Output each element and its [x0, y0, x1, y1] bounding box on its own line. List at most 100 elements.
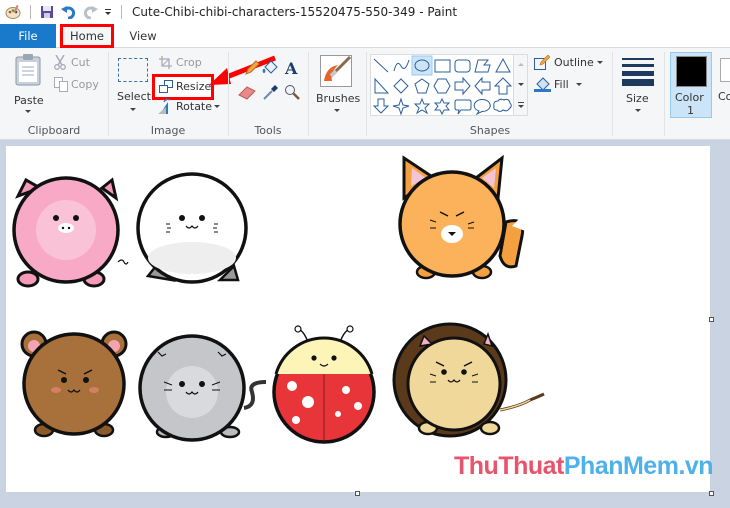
magnifier-icon[interactable]	[284, 84, 300, 101]
shapes-gallery	[370, 54, 514, 116]
color2-button[interactable]: Co	[716, 52, 730, 114]
resize-handle-corner[interactable]	[709, 491, 714, 496]
select-rect-icon	[118, 58, 148, 82]
cut-label: Cut	[71, 56, 90, 69]
fill-label: Fill	[554, 78, 569, 91]
expand-gallery-caret	[518, 105, 524, 108]
paste-label: Paste	[14, 94, 44, 107]
shape-oval-callout-icon	[473, 99, 491, 116]
resize-handle-bottom[interactable]	[355, 491, 360, 496]
shape-right-arrow-icon	[454, 76, 471, 96]
scroll-up-icon[interactable]	[518, 63, 524, 66]
tab-file[interactable]: File	[0, 24, 56, 48]
copy-label: Copy	[71, 78, 99, 91]
fill-bucket-icon[interactable]	[262, 60, 278, 76]
save-icon[interactable]	[37, 5, 57, 19]
shape-triangle-icon	[495, 57, 511, 73]
shape-hexagon-icon	[433, 78, 451, 94]
divider	[121, 5, 122, 19]
shape-right-triangle-icon	[374, 77, 390, 94]
tab-view[interactable]: View	[120, 24, 166, 48]
shape-pentagon-icon	[414, 78, 430, 94]
tab-home[interactable]: Home	[60, 24, 114, 48]
redo-icon[interactable]	[79, 5, 101, 19]
copy-button[interactable]: Copy	[52, 76, 102, 94]
ladybug-character	[272, 325, 376, 444]
divider	[30, 5, 31, 19]
ribbon-home: Paste Cut Copy Clipboard Select Crop Res…	[0, 48, 730, 140]
fox-character	[398, 154, 528, 280]
select-label: Select	[117, 90, 151, 103]
undo-icon[interactable]	[57, 5, 79, 19]
divider	[108, 52, 109, 136]
shapes-grid	[372, 55, 513, 116]
divider	[228, 52, 229, 136]
shape-rectangle-icon	[434, 59, 451, 73]
color1-label: Color	[675, 91, 704, 104]
chevron-down-icon	[25, 110, 31, 113]
scissors-icon	[54, 55, 66, 70]
paste-button[interactable]: Paste	[6, 52, 50, 114]
resize-handle-right[interactable]	[709, 317, 714, 322]
pencil-icon[interactable]	[244, 60, 260, 76]
fill-button[interactable]: Fill	[534, 76, 584, 94]
chevron-down-icon	[334, 109, 340, 112]
svg-text:A: A	[284, 60, 298, 76]
select-button[interactable]: Select	[114, 52, 152, 114]
eraser-icon[interactable]	[238, 86, 256, 100]
fill-icon	[534, 77, 551, 92]
divider	[308, 52, 309, 136]
chevron-down-icon	[576, 83, 582, 86]
rotate-button[interactable]: Rotate	[156, 98, 222, 116]
shape-rounded-rectangle-icon	[454, 59, 471, 73]
color1-swatch	[676, 56, 707, 87]
scroll-down-icon[interactable]	[518, 83, 524, 86]
outline-pencil-icon	[534, 55, 550, 70]
canvas-area: ThuThuatPhanMem.vn	[0, 140, 730, 508]
divider	[366, 52, 367, 136]
shapes-scrollbar[interactable]	[514, 54, 528, 116]
chevron-down-icon	[130, 108, 136, 111]
chevron-down-icon	[597, 61, 603, 64]
paint-palette-icon[interactable]	[2, 4, 24, 20]
crop-icon	[159, 56, 172, 69]
cut-button[interactable]: Cut	[52, 54, 102, 72]
color1-button[interactable]: Color 1	[670, 52, 712, 118]
white-cat-character	[136, 172, 248, 284]
customize-dropdown-icon[interactable]	[101, 8, 115, 16]
shape-curve-icon	[393, 59, 410, 72]
chevron-down-icon	[214, 105, 220, 108]
watermark: ThuThuatPhanMem.vn	[454, 452, 714, 481]
resize-icon	[159, 80, 173, 93]
rotate-icon	[158, 99, 171, 114]
paste-icon	[15, 54, 41, 86]
expand-gallery-icon[interactable]	[518, 102, 524, 103]
color2-swatch	[720, 58, 730, 82]
outline-button[interactable]: Outline	[534, 54, 608, 72]
shape-six-point-star-icon	[433, 97, 451, 116]
pig-character	[12, 176, 129, 288]
window-title: Cute-Chibi-chibi-characters-15520475-550…	[132, 5, 458, 19]
shape-left-arrow-icon	[474, 76, 491, 96]
color-picker-icon[interactable]	[262, 84, 278, 101]
crop-button[interactable]: Crop	[156, 54, 206, 72]
shapes-group-label: Shapes	[469, 124, 511, 137]
size-button[interactable]: Size	[616, 52, 660, 114]
shape-polygon-icon	[474, 59, 491, 73]
chibi-image	[12, 154, 545, 444]
divider	[612, 52, 613, 136]
watermark-part1: ThuThuat	[454, 452, 564, 480]
color2-label: Co	[718, 90, 730, 103]
text-icon[interactable]: A	[284, 60, 300, 76]
divider	[664, 52, 665, 136]
tools-group-label: Tools	[254, 124, 282, 137]
gray-cat-character	[138, 334, 267, 442]
chevron-down-icon	[635, 109, 641, 112]
quick-access-toolbar	[0, 0, 124, 24]
image-group-label: Image	[150, 124, 186, 137]
drawing-canvas[interactable]: ThuThuatPhanMem.vn	[6, 146, 714, 492]
brushes-button[interactable]: Brushes	[312, 52, 362, 114]
lion-character	[392, 322, 545, 438]
shape-cloud-callout-icon	[493, 98, 512, 112]
shape-five-point-star-icon	[413, 97, 431, 115]
